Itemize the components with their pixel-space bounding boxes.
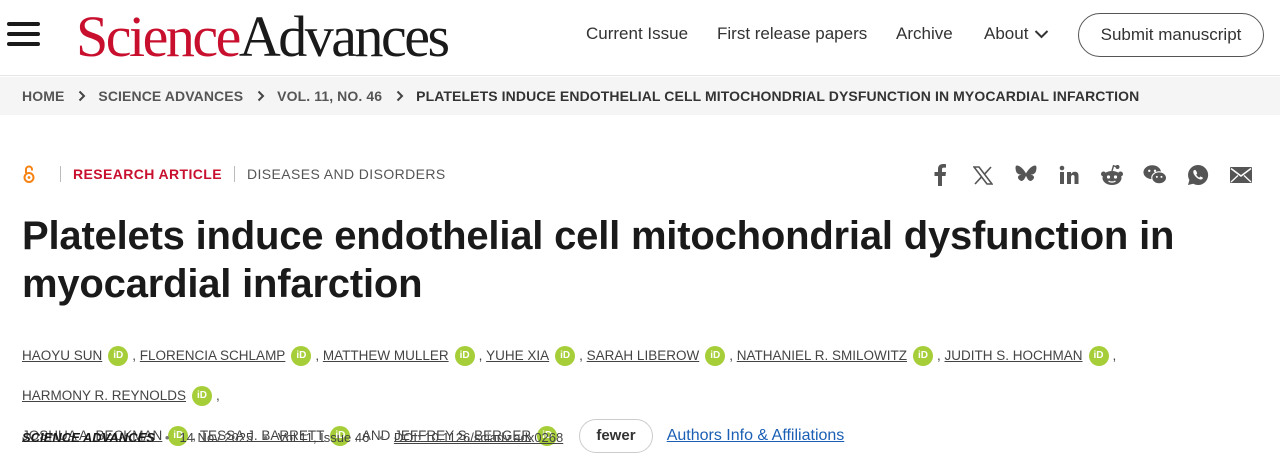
- breadcrumb-current: PLATELETS INDUCE ENDOTHELIAL CELL MITOCH…: [416, 88, 1140, 104]
- citation-journal: SCIENCE ADVANCES: [22, 430, 155, 445]
- article-title: Platelets induce endothelial cell mitoch…: [22, 214, 1175, 306]
- authors-affiliations-link[interactable]: Authors Info & Affiliations: [667, 427, 845, 444]
- linkedin-icon[interactable]: [1057, 163, 1081, 187]
- submit-manuscript-button[interactable]: Submit manuscript: [1078, 13, 1264, 57]
- citation-line: SCIENCE ADVANCES • 14 Nov 2025 • Vol 11,…: [22, 430, 563, 445]
- author-entry: FLORENCIA SCHLAMP iD,: [140, 346, 323, 367]
- email-icon[interactable]: [1229, 163, 1253, 187]
- author-entry: MATTHEW MULLER iD,: [323, 346, 486, 367]
- wechat-icon[interactable]: [1143, 163, 1167, 187]
- whatsapp-icon[interactable]: [1186, 163, 1210, 187]
- author-name[interactable]: FLORENCIA SCHLAMP: [140, 348, 286, 363]
- author-name[interactable]: YUHE XIA: [486, 348, 549, 363]
- divider: [60, 166, 61, 182]
- article-meta: RESEARCH ARTICLE DISEASES AND DISORDERS: [22, 164, 446, 184]
- orcid-icon[interactable]: iD: [454, 346, 475, 367]
- author-entry: HAOYU SUN iD,: [22, 346, 140, 367]
- nav-about[interactable]: About: [984, 24, 1049, 44]
- logo-advances: Advances: [238, 4, 450, 69]
- separator-dot: •: [263, 430, 268, 445]
- author-entry: YUHE XIA iD,: [486, 346, 587, 367]
- author-entry: NATHANIEL R. SMILOWITZ iD,: [737, 346, 945, 367]
- site-logo[interactable]: ScienceAdvances: [76, 4, 450, 70]
- citation-volume: Vol 11, Issue 46: [277, 430, 370, 445]
- divider: [234, 166, 235, 182]
- chevron-down-icon: [1035, 30, 1049, 39]
- author-name[interactable]: HAOYU SUN: [22, 348, 102, 363]
- menu-icon[interactable]: [7, 22, 40, 48]
- author-entry: HARMONY R. REYNOLDS iD,: [22, 386, 220, 407]
- orcid-icon[interactable]: iD: [291, 346, 312, 367]
- article-type[interactable]: RESEARCH ARTICLE: [73, 166, 222, 182]
- orcid-icon[interactable]: iD: [108, 346, 129, 367]
- chevron-right-icon: [396, 90, 404, 102]
- orcid-icon[interactable]: iD: [555, 346, 576, 367]
- article-subject[interactable]: DISEASES AND DISORDERS: [247, 166, 446, 182]
- share-bar: [928, 163, 1272, 187]
- author-entry: SARAH LIBEROW iD,: [587, 346, 737, 367]
- author-name[interactable]: SARAH LIBEROW: [587, 348, 700, 363]
- chevron-right-icon: [257, 90, 265, 102]
- x-icon[interactable]: [971, 163, 995, 187]
- nav-first-release[interactable]: First release papers: [717, 24, 867, 44]
- author-name[interactable]: NATHANIEL R. SMILOWITZ: [737, 348, 907, 363]
- orcid-icon[interactable]: iD: [912, 346, 933, 367]
- nav-current-issue[interactable]: Current Issue: [586, 24, 688, 44]
- author-name[interactable]: HARMONY R. REYNOLDS: [22, 388, 186, 403]
- author-name[interactable]: JUDITH S. HOCHMAN: [945, 348, 1083, 363]
- fewer-authors-button[interactable]: fewer: [578, 419, 653, 454]
- breadcrumb-journal[interactable]: SCIENCE ADVANCES: [98, 88, 243, 104]
- nav-archive[interactable]: Archive: [896, 24, 953, 44]
- breadcrumb: HOME SCIENCE ADVANCES VOL. 11, NO. 46 PL…: [22, 88, 1139, 104]
- citation-date: 14 Nov 2025: [179, 430, 254, 445]
- orcid-icon[interactable]: iD: [1088, 346, 1109, 367]
- logo-science: Science: [76, 4, 241, 69]
- orcid-icon[interactable]: iD: [705, 346, 726, 367]
- reddit-icon[interactable]: [1100, 163, 1124, 187]
- open-access-icon: [22, 164, 38, 184]
- separator-dot: •: [164, 430, 170, 445]
- doi-link[interactable]: DOI: 10.1126/sciadv.adx0268: [394, 430, 563, 445]
- orcid-icon[interactable]: iD: [192, 386, 213, 407]
- author-entry: JUDITH S. HOCHMAN iD,: [945, 346, 1116, 367]
- breadcrumb-issue[interactable]: VOL. 11, NO. 46: [277, 88, 382, 104]
- site-header: ScienceAdvances Current Issue First rele…: [0, 0, 1280, 76]
- breadcrumb-home[interactable]: HOME: [22, 88, 64, 104]
- breadcrumb-bar: HOME SCIENCE ADVANCES VOL. 11, NO. 46 PL…: [0, 77, 1280, 115]
- bluesky-icon[interactable]: [1014, 163, 1038, 187]
- author-name[interactable]: MATTHEW MULLER: [323, 348, 449, 363]
- separator-dot: •: [379, 430, 384, 445]
- chevron-right-icon: [78, 90, 86, 102]
- facebook-icon[interactable]: [928, 163, 952, 187]
- nav-about-label: About: [984, 24, 1029, 43]
